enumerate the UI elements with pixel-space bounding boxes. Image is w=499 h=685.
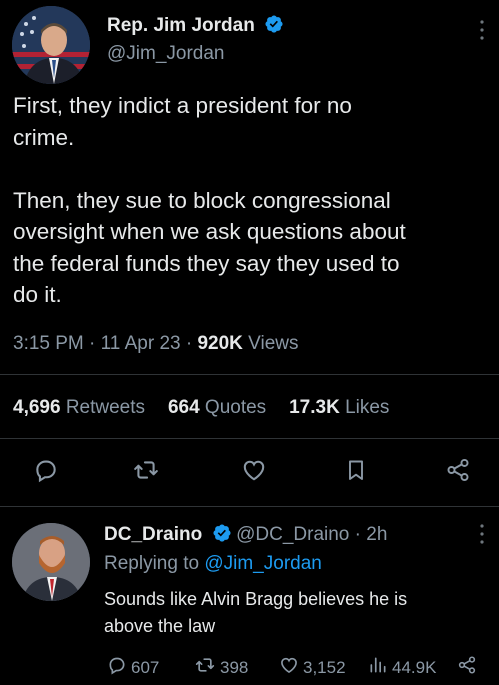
retweet-count: 398: [220, 657, 249, 677]
reply-retweet-button[interactable]: 398: [194, 655, 248, 680]
reply-text: Sounds like Alvin Bragg believes he is a…: [104, 586, 494, 640]
likes-stat[interactable]: 17.3K Likes: [289, 397, 389, 418]
share-icon[interactable]: [443, 455, 473, 485]
divider: [0, 374, 499, 375]
tweet-meta: 3:15 PM · 11 Apr 23 · 920K Views: [13, 333, 299, 355]
replying-to-link[interactable]: @Jim_Jordan: [204, 553, 322, 574]
tweet-text-line: crime.: [13, 124, 75, 150]
reply-reply-button[interactable]: 607: [107, 655, 159, 680]
author-avatar[interactable]: [12, 6, 90, 84]
reply-author-handle[interactable]: @DC_Draino: [236, 524, 349, 545]
tweet-text-line: oversight when we ask questions about: [13, 219, 406, 244]
divider: [0, 506, 499, 507]
reply-more-icon[interactable]: [478, 522, 486, 551]
divider: [0, 438, 499, 439]
tweet-text-line: Then, they sue to block congressional: [13, 187, 391, 213]
reply-share-button[interactable]: [457, 655, 477, 680]
replying-to-label: Replying to: [104, 553, 205, 574]
reply-text-line: above the law: [104, 616, 216, 636]
like-icon[interactable]: [239, 455, 269, 485]
verified-badge-icon: [264, 14, 284, 39]
reply-icon[interactable]: [31, 455, 61, 485]
views-count: 920K: [197, 333, 243, 354]
like-count: 3,152: [303, 657, 346, 677]
tweet-text-line: First, they indict a president for no: [13, 93, 352, 118]
reply-author-avatar[interactable]: [12, 523, 90, 601]
tweet-stats: 4,696 Retweets 664 Quotes 17.3K Likes: [13, 397, 389, 419]
tweet-time[interactable]: 3:15 PM · 11 Apr 23 ·: [13, 333, 197, 354]
reply-views-button[interactable]: 44.9K: [368, 655, 436, 680]
retweet-icon[interactable]: [131, 455, 161, 485]
bookmark-icon[interactable]: [341, 455, 371, 485]
author-name[interactable]: Rep. Jim Jordan: [107, 15, 255, 36]
reply-count: 607: [131, 657, 160, 677]
verified-badge-icon: [212, 523, 232, 548]
author-handle[interactable]: @Jim_Jordan: [107, 43, 225, 65]
quotes-stat[interactable]: 664 Quotes: [168, 397, 266, 418]
reply-author-name[interactable]: DC_Draino: [104, 524, 202, 545]
reply-time[interactable]: · 2h: [349, 524, 388, 545]
share-icon: [457, 655, 477, 680]
reply-icon: [107, 655, 127, 680]
tweet-text-line: the federal funds they say they used to: [13, 250, 400, 276]
more-icon[interactable]: [478, 18, 486, 47]
tweet-text: First, they indict a president for no cr…: [13, 90, 493, 311]
reply-like-button[interactable]: 3,152: [279, 655, 346, 680]
views-label: Views: [242, 333, 299, 354]
views-count: 44.9K: [392, 657, 437, 677]
retweets-stat[interactable]: 4,696 Retweets: [13, 397, 145, 418]
retweet-icon: [194, 655, 216, 680]
views-icon: [368, 655, 388, 680]
reply-text-line: Sounds like Alvin Bragg believes he is: [104, 589, 408, 609]
tweet-text-line: do it.: [13, 282, 62, 307]
like-icon: [279, 655, 299, 680]
